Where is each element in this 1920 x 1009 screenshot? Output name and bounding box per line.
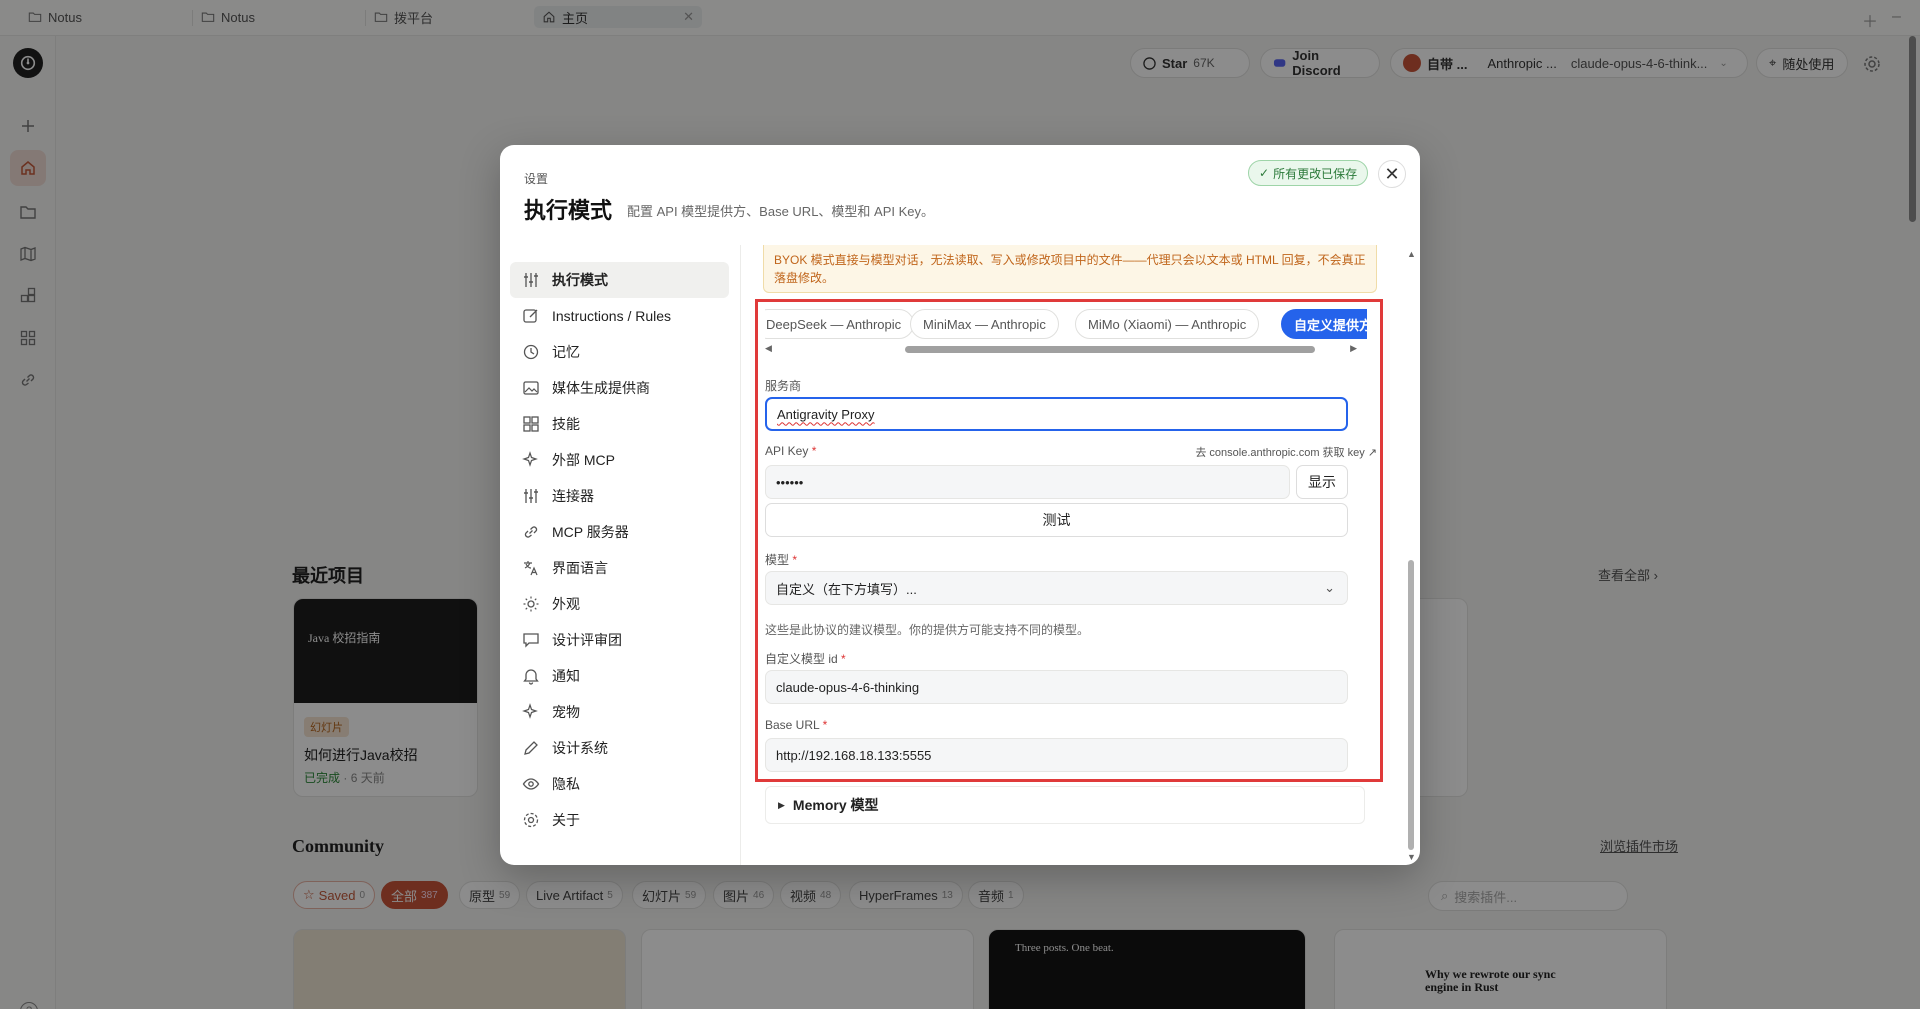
sliders-icon: [524, 273, 538, 287]
sliders-icon: [524, 489, 538, 503]
nav-connectors[interactable]: 连接器: [510, 478, 729, 514]
edit-icon: [523, 309, 538, 323]
model-hint: 这些是此协议的建议模型。你的提供方可能支持不同的模型。: [765, 623, 1090, 637]
settings-nav: 执行模式 Instructions / Rules 记忆 媒体生成提供商 技能 …: [510, 262, 729, 838]
provider-chips: DeepSeek — Anthropic MiniMax — Anthropic…: [765, 309, 1367, 339]
nav-execution-mode[interactable]: 执行模式: [510, 262, 729, 298]
saved-status-badge: ✓ 所有更改已保存: [1248, 160, 1369, 186]
base-url-input[interactable]: http://192.168.18.133:5555: [765, 738, 1348, 772]
saved-status-label: 所有更改已保存: [1273, 166, 1358, 181]
vendor-input[interactable]: Antigravity Proxy: [765, 397, 1348, 431]
nav-privacy[interactable]: 隐私: [510, 766, 729, 802]
nav-design-system[interactable]: 设计系统: [510, 730, 729, 766]
base-url-label: Base URL *: [765, 718, 828, 732]
provider-mimo[interactable]: MiMo (Xiaomi) — Anthropic: [1075, 309, 1260, 339]
translate-icon: [524, 561, 538, 576]
scrollbar-thumb[interactable]: [905, 346, 1315, 353]
nav-label: 执行模式: [552, 272, 608, 288]
nav-label: 宠物: [552, 704, 580, 720]
nav-label: 通知: [552, 668, 580, 684]
model-value: 自定义（在下方填写）...: [776, 581, 917, 597]
apikey-input[interactable]: ••••••: [765, 465, 1290, 499]
sparkle-icon: [522, 703, 538, 719]
console-link[interactable]: 去 console.anthropic.com 获取 key ↗: [1195, 444, 1377, 460]
show-key-button[interactable]: 显示: [1296, 465, 1348, 499]
content-scrollbar[interactable]: ▲ ▼: [1405, 245, 1417, 865]
base-url-value: http://192.168.18.133:5555: [776, 747, 932, 763]
memory-model-section[interactable]: ▶ Memory 模型: [765, 786, 1365, 824]
scroll-down-icon[interactable]: ▼: [1407, 852, 1416, 862]
nav-label: MCP 服务器: [552, 524, 629, 540]
pen-icon: [524, 741, 538, 755]
chevron-down-icon: ⌄: [1324, 580, 1335, 595]
gear-icon: [523, 812, 539, 828]
sparkle-icon: [522, 451, 538, 467]
nav-label: 界面语言: [552, 560, 608, 576]
nav-label: Instructions / Rules: [552, 308, 672, 324]
provider-minimax[interactable]: MiniMax — Anthropic: [910, 309, 1059, 339]
scrollbar-thumb[interactable]: [1408, 560, 1414, 850]
modal-subtitle: 配置 API 模型提供方、Base URL、模型和 API Key。: [627, 204, 935, 219]
nav-label: 隐私: [552, 776, 580, 792]
test-button[interactable]: 测试: [765, 503, 1348, 537]
provider-deepseek[interactable]: DeepSeek — Anthropic: [765, 309, 915, 339]
scroll-right-icon[interactable]: ▶: [1350, 343, 1357, 354]
vendor-label: 服务商: [765, 379, 802, 393]
modal-eyebrow: 设置: [524, 172, 549, 186]
apikey-value: ••••••: [776, 474, 804, 490]
nav-skills[interactable]: 技能: [510, 406, 729, 442]
scroll-up-icon[interactable]: ▲: [1407, 249, 1416, 259]
nav-label: 媒体生成提供商: [552, 380, 650, 396]
eye-icon: [522, 778, 540, 790]
check-icon: ✓: [1259, 166, 1270, 180]
chat-icon: [523, 633, 539, 648]
settings-content: BYOK 模式直接与模型对话，无法读取、写入或修改项目中的文件——代理只会以文本…: [753, 245, 1393, 865]
modal-title: 执行模式: [524, 198, 613, 223]
sun-icon: [523, 596, 539, 612]
provider-scrollbar[interactable]: ◀ ▶: [765, 343, 1367, 355]
nav-mcp-servers[interactable]: MCP 服务器: [510, 514, 729, 550]
grid-icon: [523, 416, 539, 432]
highlight-box: [755, 299, 1383, 782]
close-button[interactable]: ✕: [1378, 160, 1406, 188]
custom-model-value: claude-opus-4-6-thinking: [776, 679, 920, 695]
close-icon: ✕: [1384, 163, 1400, 184]
nav-notifications[interactable]: 通知: [510, 658, 729, 694]
nav-media-providers[interactable]: 媒体生成提供商: [510, 370, 729, 406]
custom-model-input[interactable]: claude-opus-4-6-thinking: [765, 670, 1348, 704]
modal-divider: [740, 245, 741, 865]
bell-icon: [523, 669, 539, 685]
nav-about[interactable]: 关于: [510, 802, 729, 838]
nav-pets[interactable]: 宠物: [510, 694, 729, 730]
nav-instructions[interactable]: Instructions / Rules: [510, 298, 729, 334]
vendor-value: Antigravity Proxy: [777, 406, 875, 422]
link-icon: [524, 526, 538, 538]
nav-label: 记忆: [552, 344, 580, 360]
nav-label: 技能: [552, 416, 580, 432]
nav-label: 设计评审团: [552, 632, 622, 648]
custom-model-label: 自定义模型 id *: [765, 652, 846, 666]
nav-label: 外观: [552, 596, 580, 612]
scroll-left-icon[interactable]: ◀: [765, 343, 772, 354]
model-select[interactable]: 自定义（在下方填写）... ⌄: [765, 571, 1348, 605]
history-icon: [523, 344, 539, 360]
apikey-label: API Key *: [765, 444, 817, 458]
nav-memory[interactable]: 记忆: [510, 334, 729, 370]
nav-label: 设计系统: [552, 740, 608, 756]
caret-right-icon: ▶: [778, 799, 785, 810]
nav-design-review[interactable]: 设计评审团: [510, 622, 729, 658]
nav-label: 连接器: [552, 488, 594, 504]
model-label: 模型 *: [765, 553, 798, 567]
settings-modal: 设置 执行模式 配置 API 模型提供方、Base URL、模型和 API Ke…: [500, 145, 1420, 865]
nav-label: 关于: [552, 812, 580, 828]
memory-label: Memory 模型: [792, 797, 879, 813]
nav-appearance[interactable]: 外观: [510, 586, 729, 622]
nav-label: 外部 MCP: [552, 452, 615, 468]
image-icon: [523, 381, 539, 395]
nav-external-mcp[interactable]: 外部 MCP: [510, 442, 729, 478]
byok-warning: BYOK 模式直接与模型对话，无法读取、写入或修改项目中的文件——代理只会以文本…: [763, 245, 1377, 293]
provider-custom[interactable]: 自定义提供方: [1281, 309, 1367, 339]
nav-language[interactable]: 界面语言: [510, 550, 729, 586]
